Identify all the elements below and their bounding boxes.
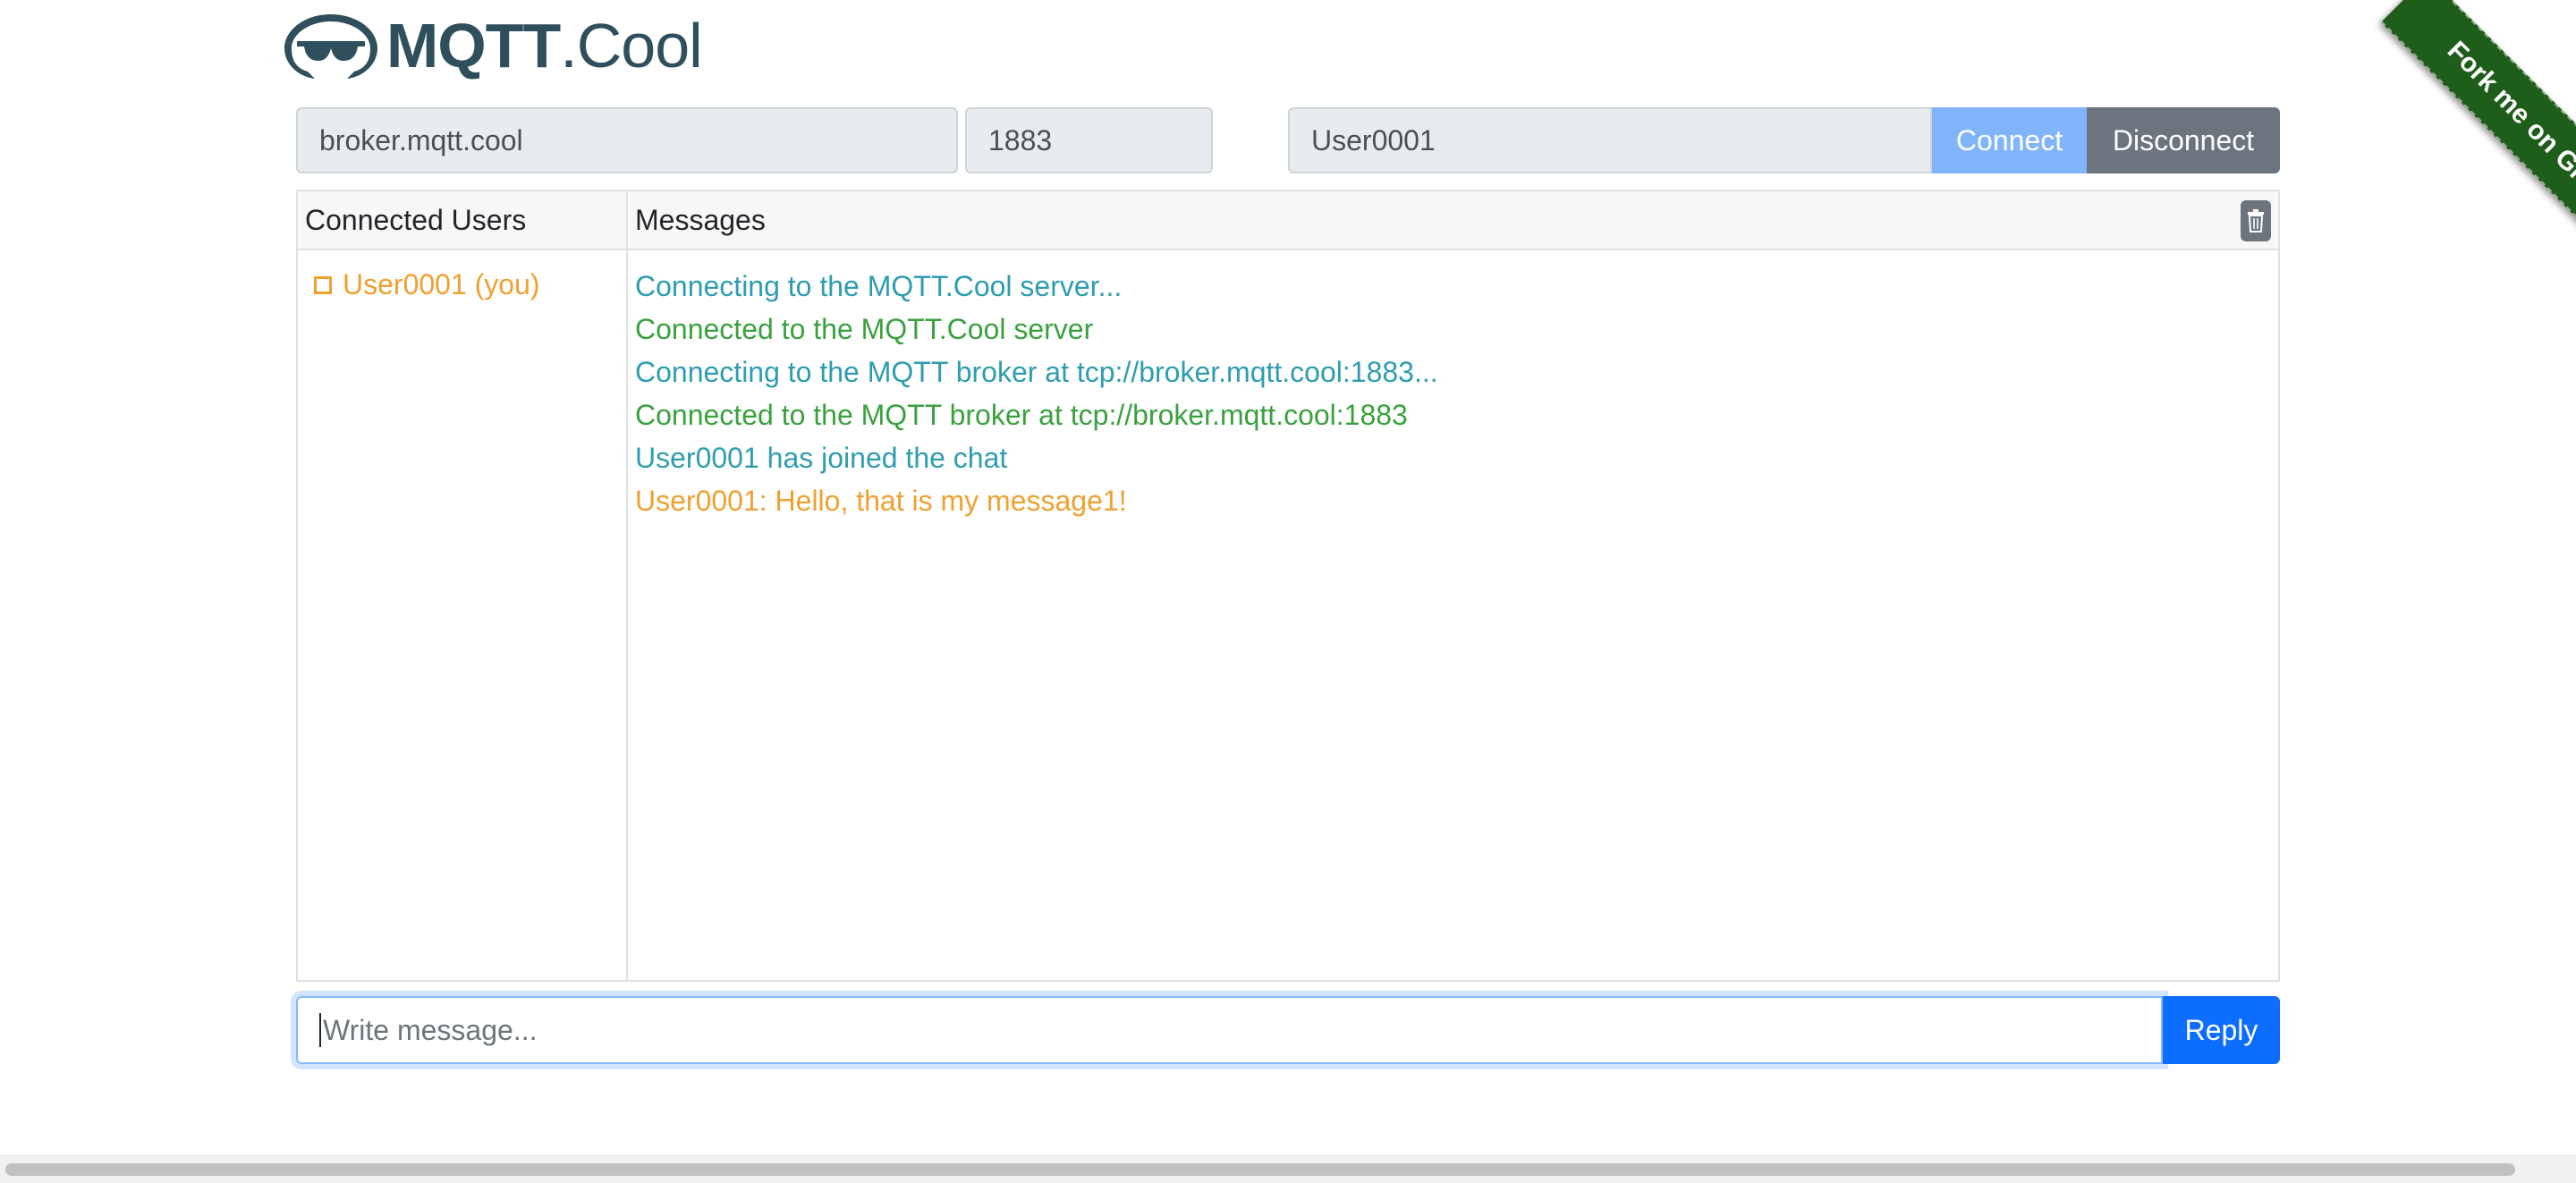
connected-users-panel: Connected Users User0001 (you) [296, 190, 628, 982]
fork-on-github-link[interactable]: Fork me on GitHub [2380, 0, 2576, 268]
messages-title: Messages [635, 203, 766, 236]
logo-wordmark: MQTT.Cool [386, 11, 703, 80]
user-status-square-icon [314, 275, 332, 294]
broker-port-input[interactable]: 1883 [965, 107, 1213, 173]
message-item: Connected to the MQTT.Cool server [635, 313, 1094, 345]
user-name: User0001 (you) [343, 268, 540, 300]
message-item: Connecting to the MQTT.Cool server... [635, 270, 1123, 302]
user-list-item: User0001 (you) [314, 268, 540, 301]
mqtt-cool-logo: MQTT.Cool [279, 9, 703, 82]
message-placeholder: Write message... [323, 1013, 538, 1046]
text-caret [319, 1013, 321, 1047]
message-item: Connected to the MQTT broker at tcp://br… [635, 399, 1408, 431]
messages-header: Messages [628, 191, 2278, 250]
connected-users-title: Connected Users [298, 191, 626, 250]
reply-button[interactable]: Reply [2163, 996, 2280, 1064]
message-input[interactable]: Write message... [296, 996, 2163, 1064]
message-item: Connecting to the MQTT broker at tcp://b… [635, 356, 1438, 388]
horizontal-scrollbar[interactable] [0, 1155, 2576, 1183]
broker-host-input[interactable]: broker.mqtt.cool [296, 107, 958, 173]
messages-panel: Messages Connecting to the MQTT.Cool ser… [626, 190, 2280, 982]
trash-icon[interactable] [2241, 200, 2271, 241]
sunglasses-logo-icon [284, 14, 377, 79]
github-ribbon[interactable]: Fork me on GitHub [2308, 0, 2576, 268]
message-item: User0001: Hello, that is my message1! [635, 485, 1127, 517]
username-input[interactable]: User0001 [1288, 107, 1932, 173]
scrollbar-thumb[interactable] [5, 1163, 2515, 1176]
message-item: User0001 has joined the chat [635, 442, 1008, 474]
disconnect-button[interactable]: Disconnect [2087, 107, 2280, 173]
message-list: Connecting to the MQTT.Cool server... Co… [635, 265, 1438, 522]
connect-button[interactable]: Connect [1932, 107, 2087, 173]
